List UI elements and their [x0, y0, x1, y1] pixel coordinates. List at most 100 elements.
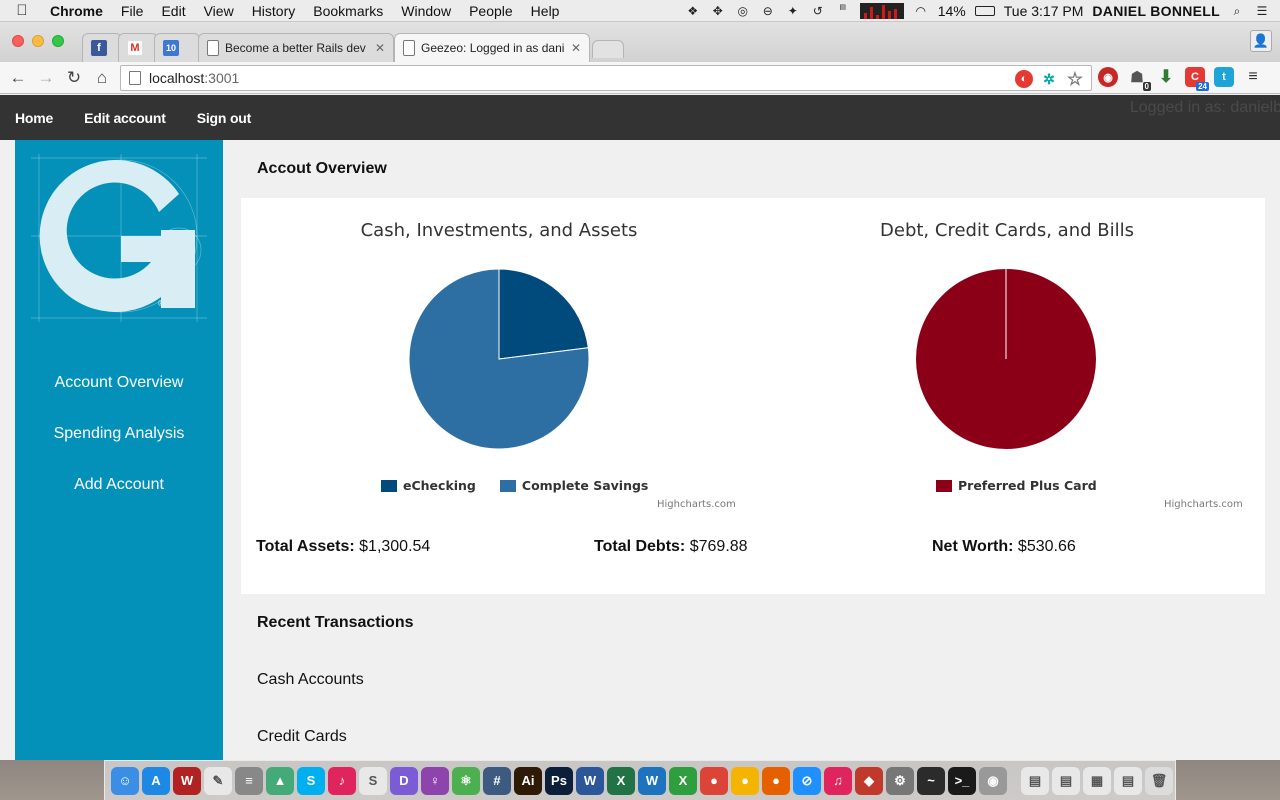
tab-rails-article[interactable]: Become a better Rails dev ✕: [198, 33, 394, 62]
notification-center-icon[interactable]: ☰: [1254, 4, 1270, 18]
sidebar-item-add-account[interactable]: Add Account: [15, 476, 223, 494]
dropbox-icon[interactable]: ❖: [685, 4, 701, 18]
zoom-window-button[interactable]: [52, 35, 64, 47]
close-tab-icon[interactable]: ✕: [375, 41, 385, 55]
menu-edit[interactable]: Edit: [152, 3, 194, 19]
close-tab-icon[interactable]: ✕: [571, 41, 581, 55]
app-store-icon[interactable]: A: [142, 766, 170, 795]
highcharts-credit[interactable]: Highcharts.com: [1164, 499, 1243, 510]
download-arrow-icon[interactable]: ⬇: [1156, 67, 1176, 87]
nav-edit-account-link[interactable]: Edit account: [84, 110, 166, 126]
move-icon[interactable]: ✥: [710, 4, 726, 18]
evernote-icon[interactable]: ✦: [785, 4, 801, 18]
activity-monitor-icon[interactable]: ~: [917, 766, 945, 795]
word-icon[interactable]: W: [576, 766, 604, 795]
menu-app-chrome[interactable]: Chrome: [44, 3, 112, 19]
menu-history[interactable]: History: [243, 3, 305, 19]
menu-help[interactable]: Help: [522, 3, 569, 19]
tower-icon[interactable]: ♀: [421, 766, 449, 795]
highcharts-credit[interactable]: Highcharts.com: [657, 499, 736, 510]
finder-icon[interactable]: ☺: [111, 766, 139, 795]
battery-icon[interactable]: [974, 5, 995, 16]
menu-view[interactable]: View: [195, 3, 243, 19]
calculator-icon[interactable]: #: [483, 766, 511, 795]
music-app-icon[interactable]: ♪: [328, 766, 356, 795]
chrome-menu-icon[interactable]: ≡: [1243, 67, 1263, 87]
textedit-icon[interactable]: ✎: [204, 766, 232, 795]
pie-slice-echecking[interactable]: [498, 268, 589, 360]
notes-icon[interactable]: ≡: [235, 766, 263, 795]
photoshop-icon[interactable]: Ps: [545, 766, 573, 795]
apple-icon[interactable]: : [0, 2, 44, 19]
skype-icon[interactable]: S: [297, 766, 325, 795]
document-icon[interactable]: ▤: [1052, 766, 1080, 795]
home-icon[interactable]: ⌂: [88, 68, 116, 88]
crossover-icon[interactable]: X: [669, 766, 697, 795]
minimize-window-button[interactable]: [32, 35, 44, 47]
trash-icon[interactable]: 🗑: [1145, 766, 1173, 795]
codekit-icon[interactable]: ◆: [855, 766, 883, 795]
legend-item-echecking[interactable]: eChecking: [381, 478, 476, 493]
preview-icon[interactable]: ◉: [979, 766, 1007, 795]
network-icon[interactable]: ✲: [1039, 69, 1059, 89]
nav-home-link[interactable]: Home: [15, 110, 53, 126]
sync-icon[interactable]: ◎: [735, 4, 751, 18]
clock[interactable]: Tue 3:17 PM: [1004, 3, 1084, 19]
pocket-icon[interactable]: C 24: [1185, 67, 1209, 91]
slack-icon[interactable]: S: [359, 766, 387, 795]
bookmark-star-icon[interactable]: ☆: [1065, 69, 1085, 89]
terminal-icon[interactable]: >_: [948, 766, 976, 795]
word-alt-icon[interactable]: W: [638, 766, 666, 795]
forward-arrow-icon[interactable]: →: [32, 68, 60, 88]
illustrator-icon[interactable]: Ai: [514, 766, 542, 795]
legend-item-preferred-plus-card[interactable]: Preferred Plus Card: [936, 478, 1097, 493]
ghostery-icon[interactable]: ☗ 0: [1127, 67, 1151, 91]
assets-pie-chart: [408, 268, 590, 450]
profile-icon[interactable]: 👤: [1250, 30, 1272, 52]
legend-item-complete-savings[interactable]: Complete Savings: [499, 478, 648, 493]
cpu-graph-icon[interactable]: [859, 2, 904, 19]
address-bar[interactable]: localhost:3001 ◐ ✲ ☆: [120, 65, 1092, 91]
tab-gmail[interactable]: M: [118, 33, 158, 62]
nav-sign-out-link[interactable]: Sign out: [197, 110, 252, 126]
do-not-disturb-icon[interactable]: ⊖: [760, 4, 776, 18]
sidebar-item-spending-analysis[interactable]: Spending Analysis: [15, 425, 223, 443]
browser-toolbar: ← → ↻ ⌂ localhost:3001 ◐ ✲ ☆: [0, 62, 1280, 94]
ublock-icon[interactable]: ◉: [1098, 67, 1118, 87]
twitter-ext-icon[interactable]: t: [1214, 67, 1234, 87]
menu-file[interactable]: File: [112, 3, 153, 19]
menu-people[interactable]: People: [460, 3, 522, 19]
adblock-icon[interactable]: ◐: [1015, 70, 1033, 88]
wifi-icon[interactable]: ◠: [913, 4, 929, 18]
tab-calendar[interactable]: 10: [154, 33, 200, 62]
url-host: localhost: [149, 70, 205, 86]
document-icon[interactable]: ▤: [1114, 766, 1142, 795]
tab-facebook[interactable]: f: [82, 33, 122, 62]
itunes-icon[interactable]: ♫: [824, 766, 852, 795]
dash-icon[interactable]: D: [390, 766, 418, 795]
wineskin-icon[interactable]: W: [173, 766, 201, 795]
chrome-canary-icon[interactable]: ●: [731, 766, 759, 795]
atom-icon[interactable]: ⚛: [452, 766, 480, 795]
page-info-icon[interactable]: [129, 71, 141, 85]
tab-geezeo[interactable]: Geezeo: Logged in as dani ✕: [394, 33, 590, 62]
sidebar-item-account-overview[interactable]: Account Overview: [15, 374, 223, 392]
reload-icon[interactable]: ↻: [60, 68, 88, 88]
document-icon[interactable]: ▤: [1021, 766, 1049, 795]
spotlight-search-icon[interactable]: ⌕: [1229, 4, 1245, 18]
safari-icon[interactable]: ⊘: [793, 766, 821, 795]
memory-meter-icon[interactable]: ▤: [835, 4, 851, 18]
menu-bookmarks[interactable]: Bookmarks: [304, 3, 392, 19]
spreadsheet-doc-icon[interactable]: ▦: [1083, 766, 1111, 795]
system-preferences-icon[interactable]: ⚙: [886, 766, 914, 795]
menu-window[interactable]: Window: [392, 3, 460, 19]
user-name[interactable]: DANIEL BONNELL: [1092, 3, 1220, 19]
excel-icon[interactable]: X: [607, 766, 635, 795]
back-arrow-icon[interactable]: ←: [4, 68, 32, 88]
chrome-icon[interactable]: ●: [700, 766, 728, 795]
image-icon[interactable]: ▲: [266, 766, 294, 795]
close-window-button[interactable]: [12, 35, 24, 47]
firefox-icon[interactable]: ●: [762, 766, 790, 795]
time-machine-icon[interactable]: ↺: [810, 4, 826, 18]
new-tab-button[interactable]: [592, 40, 624, 58]
